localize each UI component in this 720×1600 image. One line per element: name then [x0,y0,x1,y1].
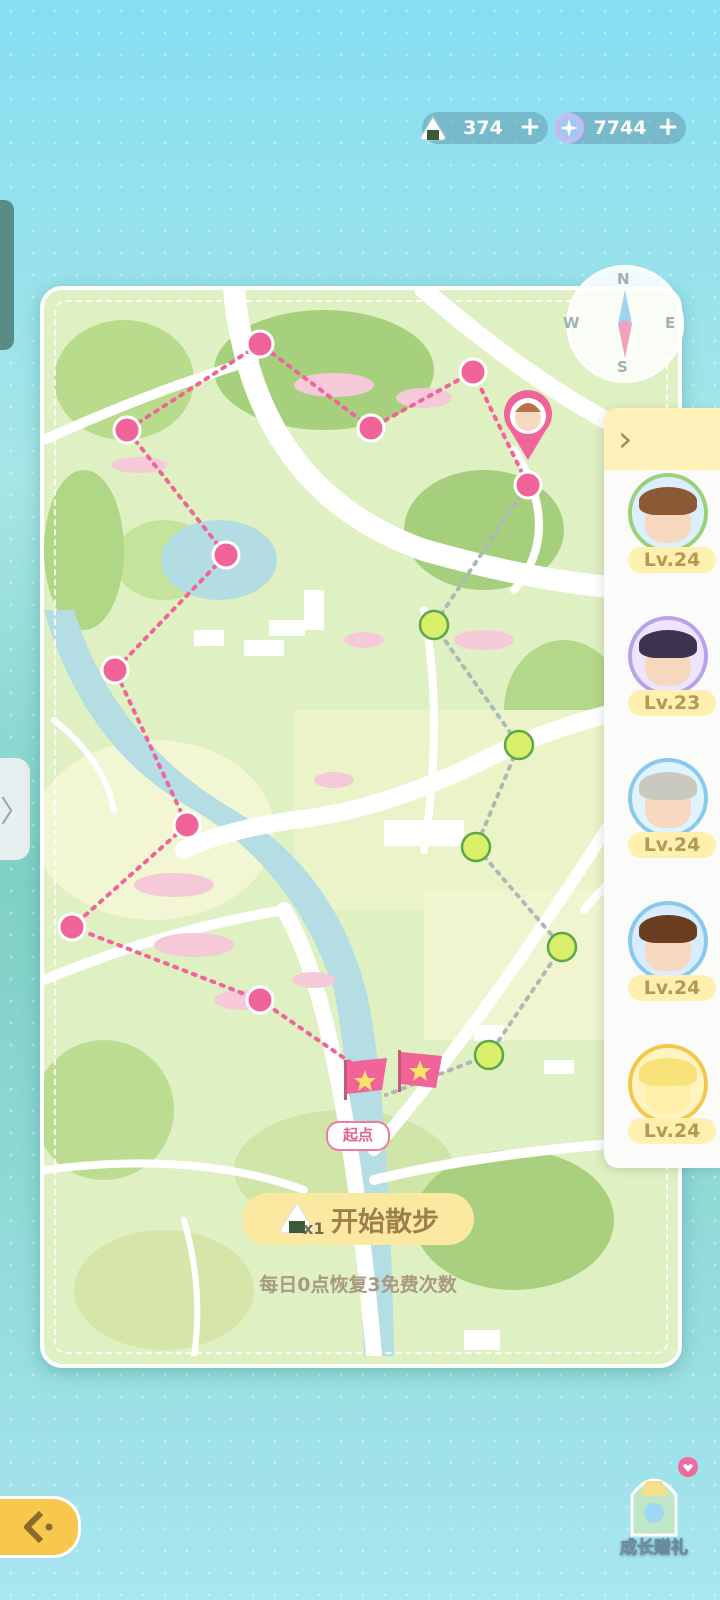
gem-counter: 7744 + [554,112,686,144]
character-level: Lv.24 [628,975,716,1001]
rice-ball-icon [418,113,448,143]
collapse-panel-button[interactable]: › [604,408,720,470]
add-gem-button[interactable]: + [656,114,680,140]
character-level: Lv.24 [628,1118,716,1144]
back-button[interactable] [0,1496,81,1558]
chevron-right-icon: 〉 [0,795,30,830]
add-rice-button[interactable]: + [518,114,542,140]
growth-gift-label: 成长赠礼 [620,1538,689,1559]
start-walk-button[interactable]: x1 开始散步 [242,1193,474,1245]
compass: N S W E [563,265,684,383]
character-avatar [628,473,708,553]
character-avatar [628,1044,708,1124]
character-level: Lv.24 [628,547,716,573]
start-point-label: 起点 [326,1121,390,1151]
rice-ball-count: 374 [463,117,503,139]
left-expand-tab[interactable]: 〉 [0,758,30,860]
character-slot-3[interactable]: Lv.24 [628,758,716,858]
character-avatar [628,758,708,838]
side-drawer-edge[interactable] [0,200,14,350]
character-avatar [628,616,708,696]
rice-ball-icon: x1 [277,1199,324,1239]
daily-reset-note: 每日0点恢复3免费次数 [259,1274,457,1296]
character-level: Lv.24 [628,832,716,858]
walk-cost: x1 [303,1219,325,1238]
character-slot-5[interactable]: Lv.24 [628,1044,716,1144]
gift-icon [630,1457,698,1537]
star-gem-icon [554,113,584,143]
chevron-right-icon: › [618,418,633,460]
rice-ball-counter: 374 + [420,112,548,144]
compass-needle-icon [618,290,632,358]
gem-count: 7744 [593,117,647,139]
character-slot-4[interactable]: Lv.24 [628,901,716,1001]
back-arrow-icon [24,1510,53,1544]
character-avatar [628,901,708,981]
character-slot-2[interactable]: Lv.23 [628,616,716,716]
character-level: Lv.23 [628,690,716,716]
start-walk-label: 开始散步 [331,1206,439,1238]
growth-gift-button[interactable]: 成长赠礼 [602,1455,706,1570]
character-panel: › Lv.24 Lv.23 Lv.24 Lv.24 Lv.24 [604,408,720,1168]
character-slot-1[interactable]: Lv.24 [628,473,716,573]
